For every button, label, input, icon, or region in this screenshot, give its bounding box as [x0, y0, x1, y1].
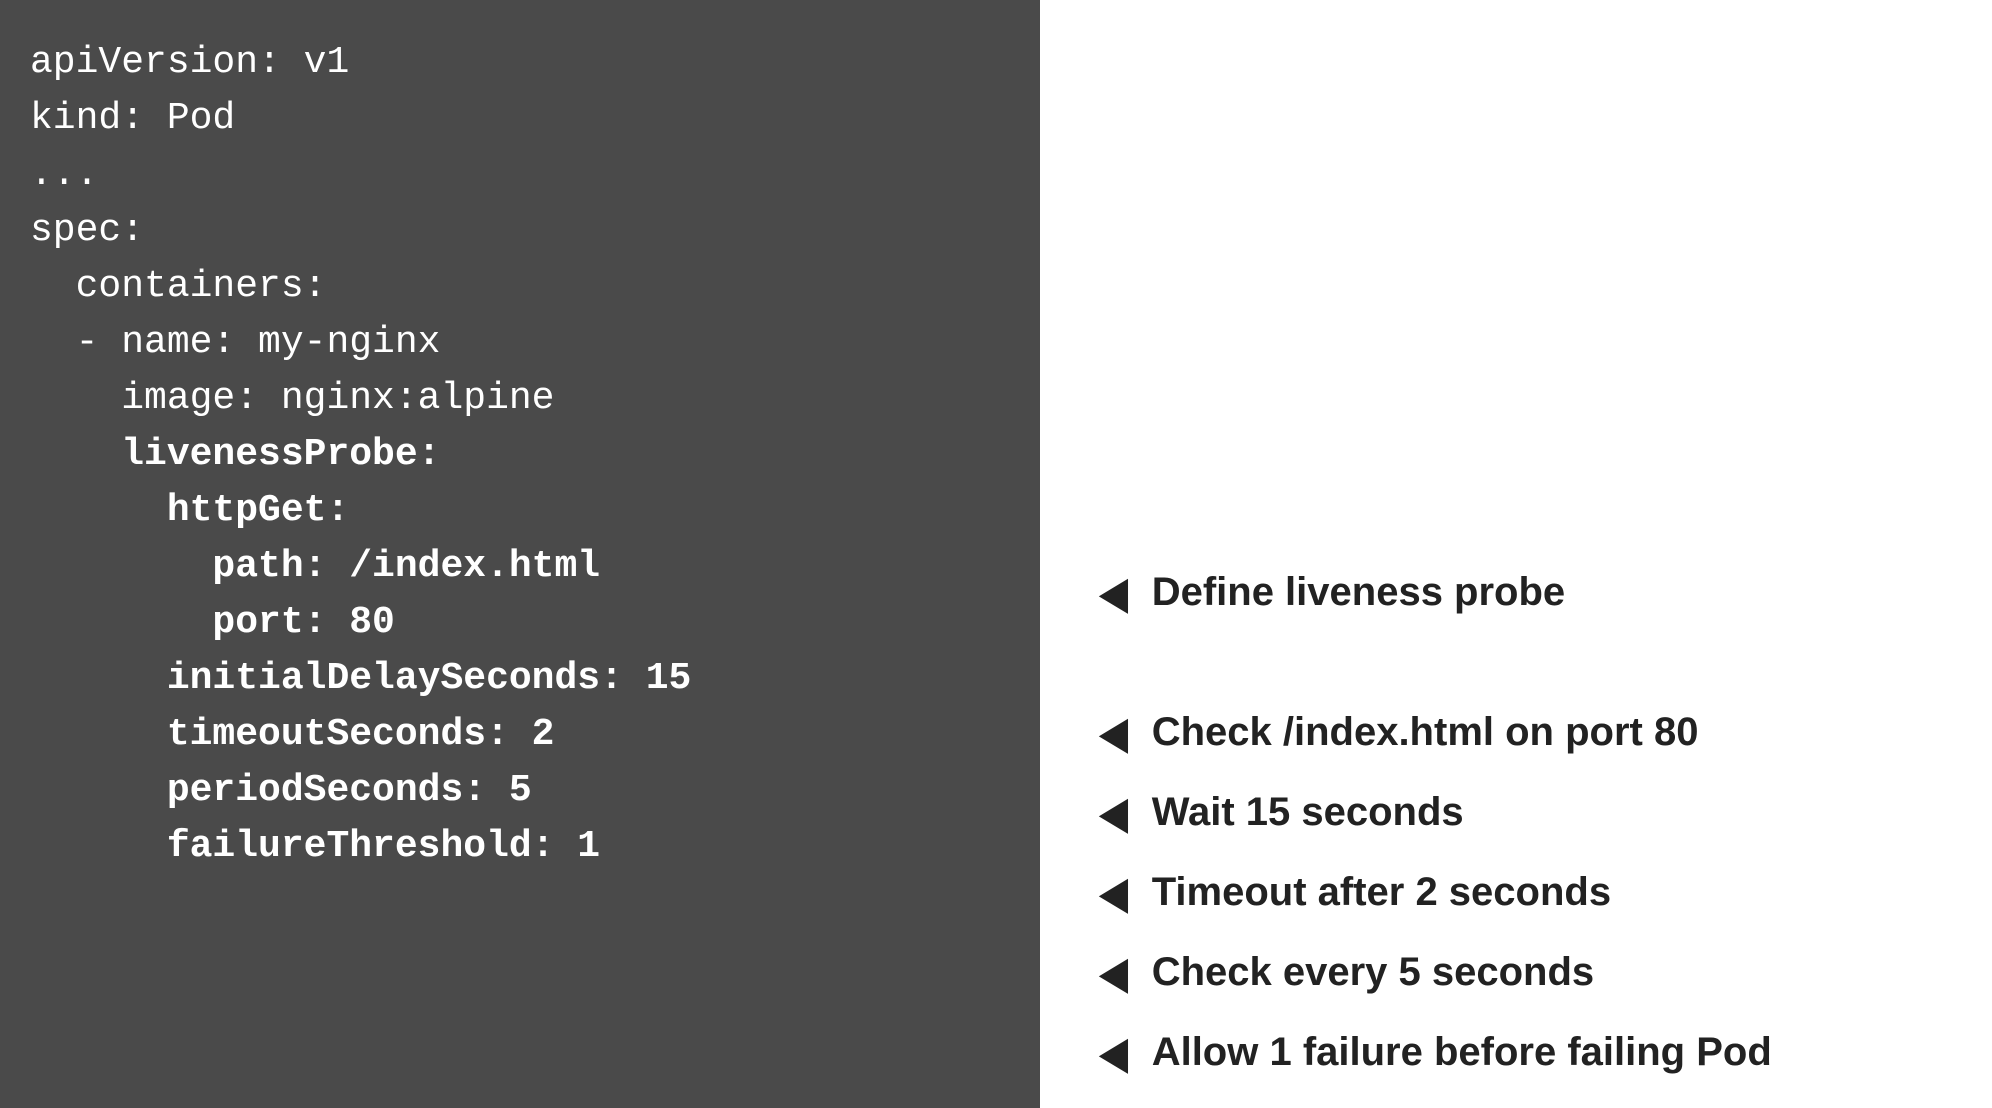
code-line: failureThreshold: 1: [30, 819, 1010, 875]
code-line: port: 80: [30, 595, 1010, 651]
code-pane: apiVersion: v1kind: Pod...spec: containe…: [0, 0, 1040, 1108]
code-line: - name: my-nginx: [30, 315, 1010, 371]
annotation-pane: ◀ Define liveness probe ◀ Check /index.h…: [1040, 0, 1992, 1108]
code-line: apiVersion: v1: [30, 35, 1010, 91]
code-line: initialDelaySeconds: 15: [30, 651, 1010, 707]
annotation-failure: ◀ Allow 1 failure before failing Pod: [1100, 1030, 1772, 1075]
triangle-left-icon: ◀: [1100, 867, 1128, 917]
triangle-left-icon: ◀: [1100, 1027, 1128, 1077]
code-line: kind: Pod: [30, 91, 1010, 147]
code-line: path: /index.html: [30, 539, 1010, 595]
annotation-text: Timeout after 2 seconds: [1152, 870, 1611, 915]
code-line: timeoutSeconds: 2: [30, 707, 1010, 763]
annotation-liveness: ◀ Define liveness probe: [1100, 570, 1565, 615]
annotation-text: Wait 15 seconds: [1152, 790, 1464, 835]
annotation-text: Define liveness probe: [1152, 570, 1565, 615]
code-line: periodSeconds: 5: [30, 763, 1010, 819]
annotation-text: Check /index.html on port 80: [1152, 710, 1699, 755]
annotation-check-path: ◀ Check /index.html on port 80: [1100, 710, 1698, 755]
triangle-left-icon: ◀: [1100, 947, 1128, 997]
triangle-left-icon: ◀: [1100, 787, 1128, 837]
code-line: ...: [30, 147, 1010, 203]
triangle-left-icon: ◀: [1100, 707, 1128, 757]
annotation-period: ◀ Check every 5 seconds: [1100, 950, 1594, 995]
triangle-left-icon: ◀: [1100, 567, 1128, 617]
code-line: spec:: [30, 203, 1010, 259]
annotation-wait: ◀ Wait 15 seconds: [1100, 790, 1464, 835]
annotation-text: Check every 5 seconds: [1152, 950, 1594, 995]
code-line: httpGet:: [30, 483, 1010, 539]
code-line: livenessProbe:: [30, 427, 1010, 483]
code-line: image: nginx:alpine: [30, 371, 1010, 427]
annotation-text: Allow 1 failure before failing Pod: [1152, 1030, 1772, 1075]
annotation-timeout: ◀ Timeout after 2 seconds: [1100, 870, 1611, 915]
code-line: containers:: [30, 259, 1010, 315]
